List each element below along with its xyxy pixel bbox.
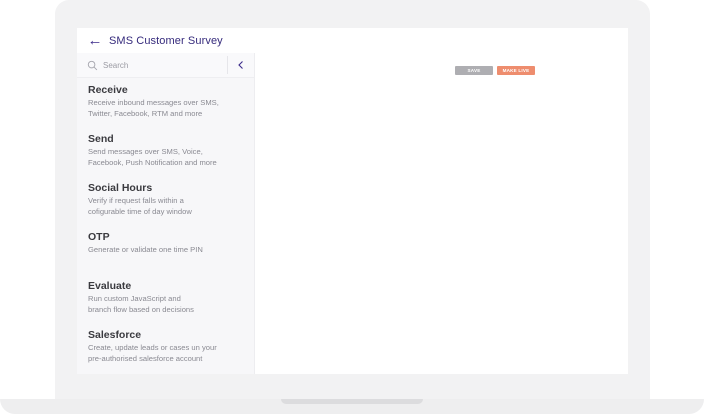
- search-icon: [87, 60, 98, 70]
- node-title: Receive: [88, 84, 128, 96]
- chevron-left-icon[interactable]: [237, 59, 247, 71]
- node-title: Send: [88, 133, 114, 145]
- node-palette-sidebar: Receive Receive inbound messages over SM…: [77, 53, 255, 374]
- node-send[interactable]: Send Send messages over SMS, Voice, Face…: [88, 133, 248, 168]
- make-live-button[interactable]: MAKE LIVE: [497, 66, 535, 75]
- node-social-hours[interactable]: Social Hours Verify if request falls wit…: [88, 182, 248, 217]
- node-description: Verify if request falls within a cofigur…: [88, 196, 192, 216]
- node-description: Receive inbound messages over SMS, Twitt…: [88, 98, 219, 118]
- node-receive[interactable]: Receive Receive inbound messages over SM…: [88, 84, 248, 119]
- node-description: Run custom JavaScript and branch flow ba…: [88, 294, 194, 314]
- save-button[interactable]: SAVE: [455, 66, 493, 75]
- arrow-left-icon[interactable]: ←: [86, 33, 104, 48]
- laptop-notch: [281, 399, 423, 404]
- search-bar: [77, 53, 254, 78]
- node-description: Send messages over SMS, Voice, Facebook,…: [88, 147, 217, 167]
- node-evaluate[interactable]: Evaluate Run custom JavaScript and branc…: [88, 280, 248, 315]
- node-description: Create, update leads or cases un your pr…: [88, 343, 217, 363]
- flow-canvas[interactable]: [255, 53, 628, 374]
- node-title: Evaluate: [88, 280, 132, 292]
- node-description: Generate or validate one time PIN: [88, 245, 203, 254]
- node-title: Salesforce: [88, 329, 142, 341]
- search-divider: [227, 56, 228, 74]
- node-otp[interactable]: OTP Generate or validate one time PIN: [88, 231, 248, 256]
- app-window: ← SMS Customer Survey Receive Receive in…: [77, 28, 628, 374]
- node-title: Social Hours: [88, 182, 153, 194]
- node-title: OTP: [88, 231, 110, 243]
- page-title: SMS Customer Survey: [109, 34, 223, 47]
- search-input[interactable]: [103, 60, 215, 70]
- title-bar: ← SMS Customer Survey: [77, 28, 628, 54]
- node-salesforce[interactable]: Salesforce Create, update leads or cases…: [88, 329, 248, 364]
